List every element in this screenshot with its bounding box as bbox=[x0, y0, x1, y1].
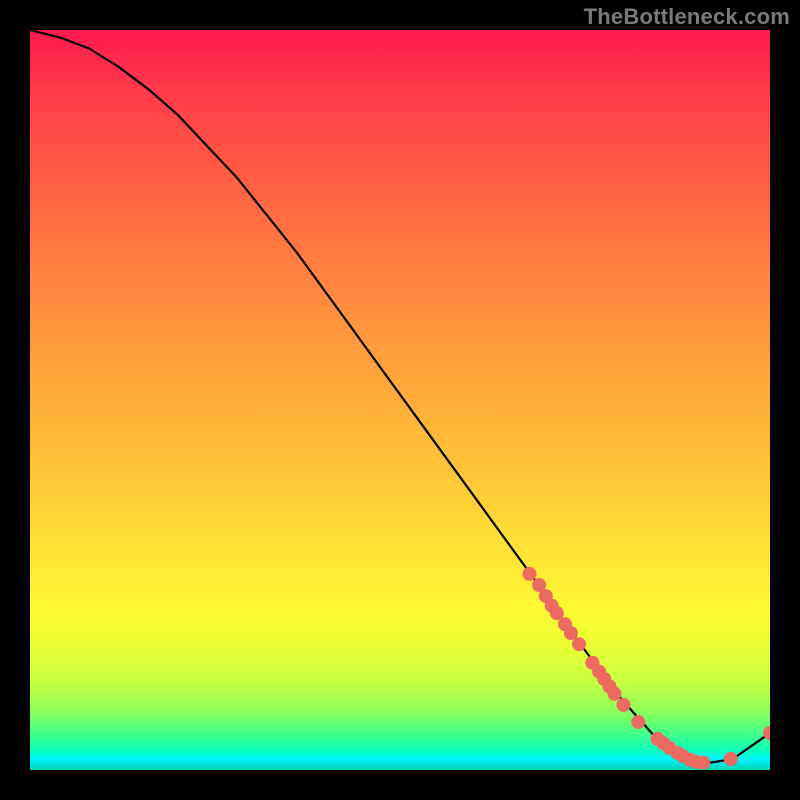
plot-area bbox=[30, 30, 770, 770]
data-points-group bbox=[523, 567, 771, 770]
data-point bbox=[724, 752, 738, 766]
data-point bbox=[696, 756, 710, 770]
data-point bbox=[608, 687, 622, 701]
data-point bbox=[572, 637, 586, 651]
bottleneck-curve bbox=[30, 30, 770, 763]
chart-frame: TheBottleneck.com bbox=[0, 0, 800, 800]
watermark-text: TheBottleneck.com bbox=[584, 4, 790, 30]
chart-svg bbox=[30, 30, 770, 770]
data-point bbox=[631, 715, 645, 729]
data-point bbox=[616, 698, 630, 712]
data-point bbox=[523, 567, 537, 581]
